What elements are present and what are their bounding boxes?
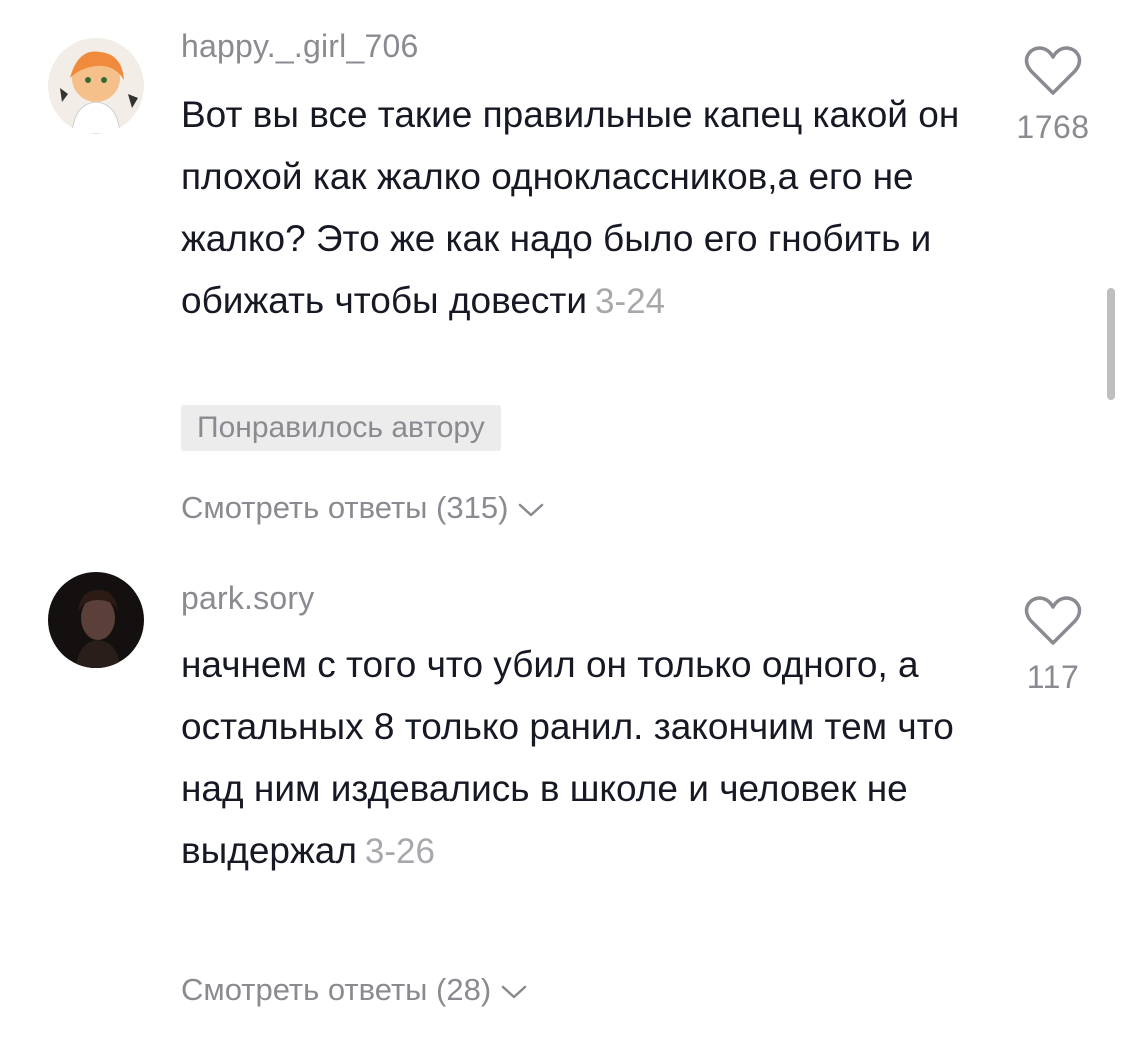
comment-body: начнем с того что убил он только одного,… xyxy=(181,644,954,871)
like-count: 1768 xyxy=(1016,109,1090,145)
liked-by-author-badge: Понравилось автору xyxy=(181,405,501,451)
comment-body: Вот вы все такие правильные капец какой … xyxy=(181,94,960,321)
comment-item: park.sory начнем с того что убил он толь… xyxy=(0,540,1125,1040)
chevron-down-icon xyxy=(501,972,527,1008)
view-replies-label: Смотреть ответы (315) xyxy=(181,490,509,525)
like-button[interactable]: 1768 xyxy=(998,45,1108,146)
comment-item: happy._.girl_706 Вот вы все такие правил… xyxy=(0,0,1125,540)
scrollbar[interactable] xyxy=(1107,288,1115,400)
comment-text: начнем с того что убил он только одного,… xyxy=(181,634,971,883)
dark-portrait-avatar-icon xyxy=(48,572,144,668)
comment-date: 3-26 xyxy=(364,832,435,871)
anime-girl-avatar-icon xyxy=(48,38,144,134)
like-count: 117 xyxy=(1026,659,1080,695)
heart-outline-icon xyxy=(1024,596,1082,645)
view-replies-button[interactable]: Смотреть ответы (28) xyxy=(181,972,527,1008)
avatar[interactable] xyxy=(48,38,144,134)
comment-username[interactable]: happy._.girl_706 xyxy=(181,28,418,64)
heart-outline-icon xyxy=(1024,46,1082,95)
comment-username[interactable]: park.sory xyxy=(181,580,314,616)
like-button[interactable]: 117 xyxy=(998,595,1108,696)
comment-date: 3-24 xyxy=(595,282,666,321)
view-replies-button[interactable]: Смотреть ответы (315) xyxy=(181,490,544,526)
comment-text: Вот вы все такие правильные капец какой … xyxy=(181,84,971,333)
avatar[interactable] xyxy=(48,572,144,668)
view-replies-label: Смотреть ответы (28) xyxy=(181,972,492,1007)
chevron-down-icon xyxy=(518,490,544,526)
